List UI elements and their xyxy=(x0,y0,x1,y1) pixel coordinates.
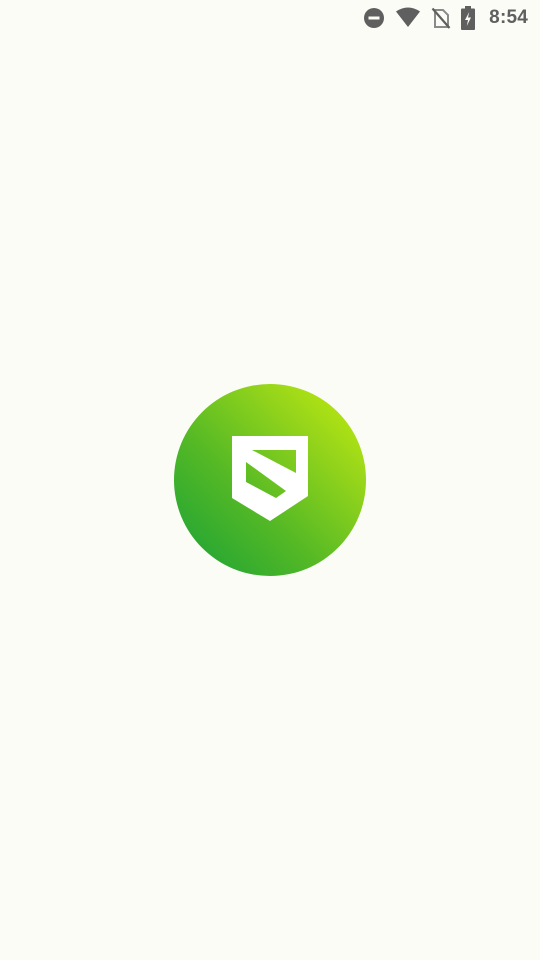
do-not-disturb-icon xyxy=(363,7,385,29)
battery-charging-icon xyxy=(461,6,476,30)
status-icons: 8:54 xyxy=(363,5,528,31)
brand-logo-icon xyxy=(174,384,366,576)
splash-screen: 8:54 xyxy=(0,0,540,960)
wifi-icon xyxy=(395,7,421,29)
status-time: 8:54 xyxy=(489,7,528,28)
status-bar: 8:54 xyxy=(0,0,540,36)
no-sim-icon xyxy=(431,7,451,29)
